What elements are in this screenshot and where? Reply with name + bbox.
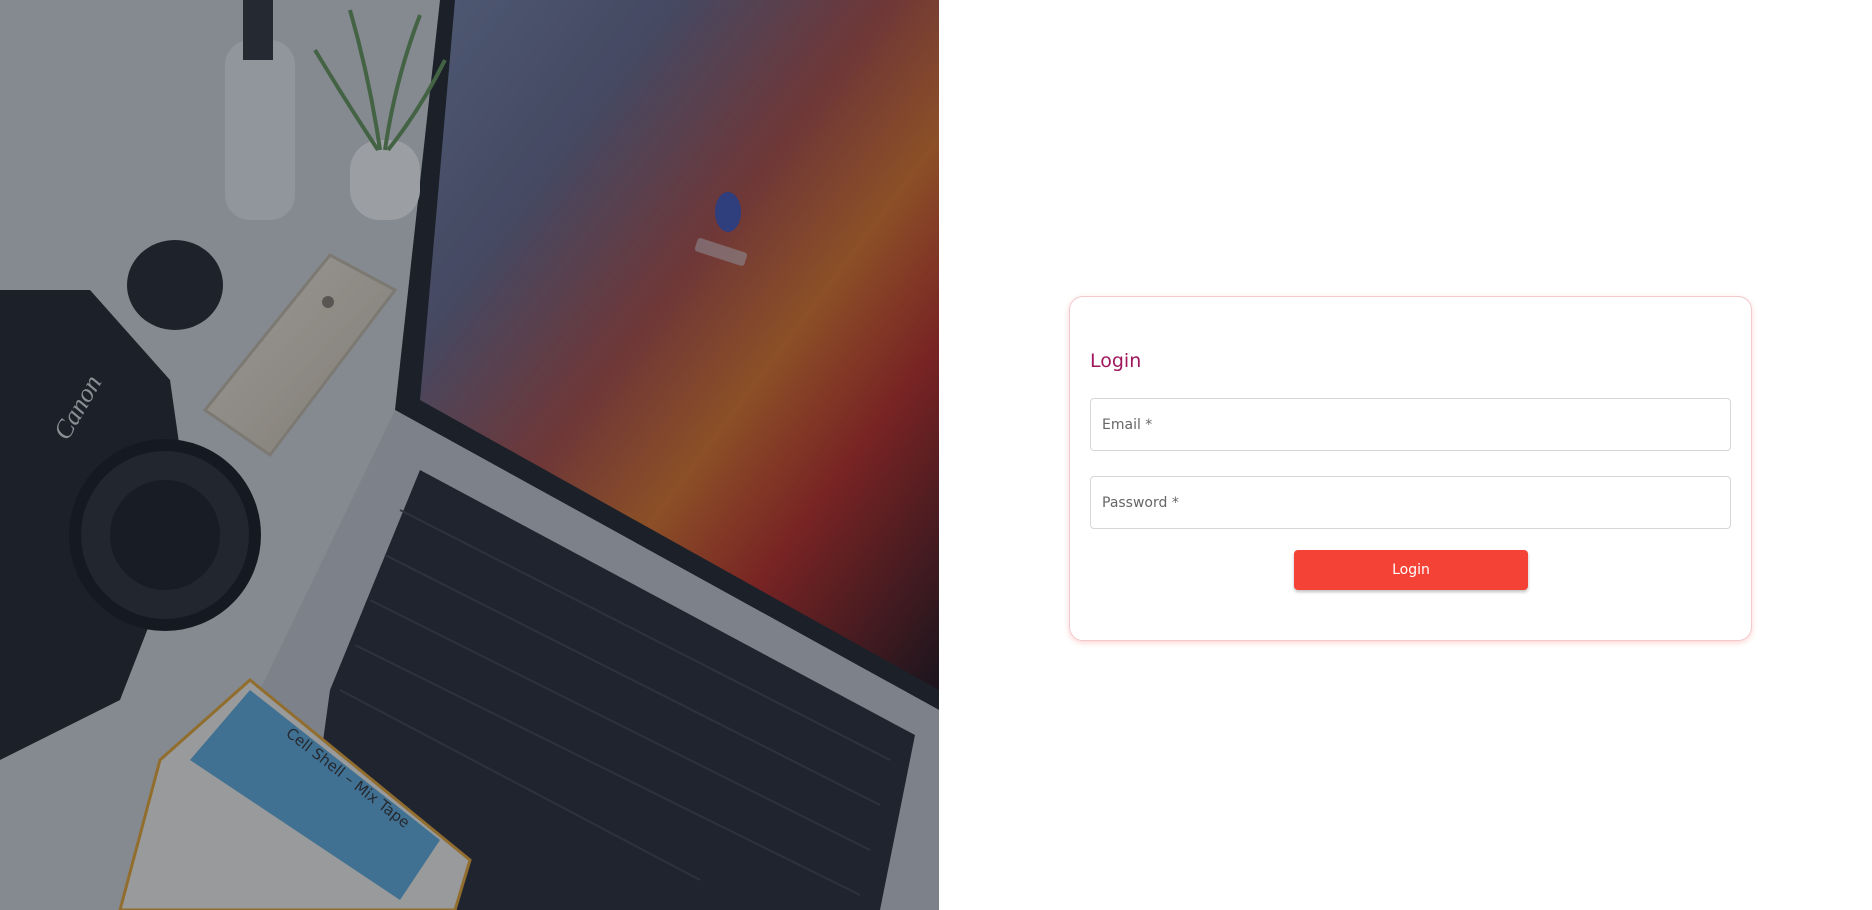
hero-dark-overlay [0,0,939,910]
login-panel: Login Login [939,0,1872,910]
email-field[interactable] [1090,398,1731,451]
password-field[interactable] [1090,476,1731,529]
login-page: Canon Cell Shell – Mix Tape Login Login [0,0,1872,910]
email-input[interactable] [1102,399,1730,450]
login-card: Login Login [1069,296,1752,641]
hero-image: Canon Cell Shell – Mix Tape [0,0,939,910]
login-title: Login [1090,350,1142,372]
login-button[interactable]: Login [1294,550,1528,590]
password-input[interactable] [1102,477,1730,528]
